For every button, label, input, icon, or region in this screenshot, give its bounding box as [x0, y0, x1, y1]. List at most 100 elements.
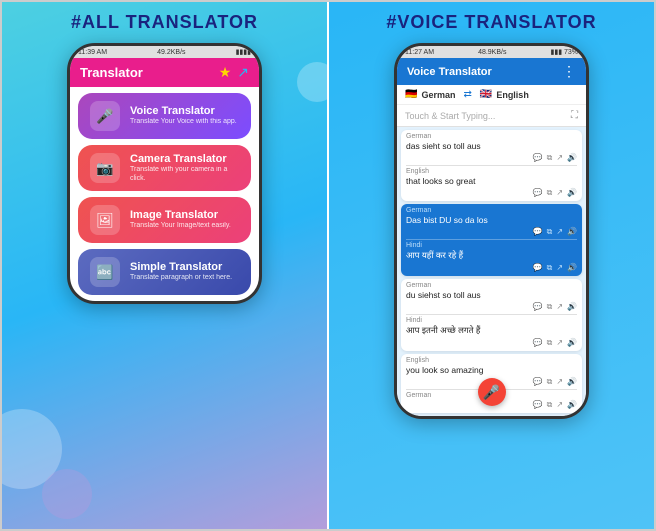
simple-subtitle: Translate paragraph or text here.: [130, 274, 232, 282]
right-phone: 11:27 AM 48.9KB/s ▮▮▮ 73% Voice Translat…: [394, 43, 589, 419]
right-panel: #VOICE TRANSLATOR 11:27 AM 48.9KB/s ▮▮▮ …: [327, 2, 654, 529]
trans-card-1: German das sieht so toll aus 💬 ⧉ ↗ 🔊 Eng…: [401, 130, 582, 201]
image-icon: 🖼: [90, 205, 120, 235]
left-phone: 11:39 AM 49.2KB/s ▮▮▮▮ Translator ★ ↗ 🎤 …: [67, 43, 262, 304]
copy-icon-3[interactable]: ⧉: [547, 302, 553, 312]
right-battery: ▮▮▮ 73%: [550, 48, 578, 56]
menu-item-camera[interactable]: 📷 Camera Translator Translate with your …: [78, 145, 251, 191]
share-icon-3[interactable]: ↗: [556, 302, 563, 312]
sound-icon-2b[interactable]: 🔊: [567, 263, 577, 273]
share-icon-1[interactable]: ↗: [556, 153, 563, 163]
whatsapp-icon-2[interactable]: 💬: [533, 227, 543, 237]
left-panel: #ALL TRANSLATOR 11:39 AM 49.2KB/s ▮▮▮▮ T…: [2, 2, 327, 529]
trans-to-lang-2: Hindi: [406, 242, 577, 249]
voice-title: Voice Translator: [130, 105, 237, 118]
share-icon-4b[interactable]: ↗: [556, 400, 563, 410]
right-menu-icon[interactable]: ⋮: [562, 63, 576, 80]
left-phone-header: Translator ★ ↗: [70, 58, 259, 87]
trans-to-icons-2: 💬 ⧉ ↗ 🔊: [406, 263, 577, 273]
camera-subtitle: Translate with your camera in a click.: [130, 166, 239, 183]
trans-to-text-2: आप यहीं कर रहे हैं: [406, 250, 577, 261]
whatsapp-icon-2b[interactable]: 💬: [533, 263, 543, 273]
trans-from-lang-3: German: [406, 282, 577, 289]
expand-icon: ⛶: [571, 110, 578, 121]
camera-title: Camera Translator: [130, 153, 239, 166]
trans-from-lang-4: English: [406, 357, 577, 364]
trans-icons-1: 💬 ⧉ ↗ 🔊: [406, 153, 577, 163]
trans-from-lang-2: German: [406, 207, 577, 214]
left-status-bar: 11:39 AM 49.2KB/s ▮▮▮▮: [70, 46, 259, 58]
left-stats: 49.2KB/s: [157, 49, 185, 56]
whatsapp-icon-1[interactable]: 💬: [533, 153, 543, 163]
image-subtitle: Translate Your Image/text easily.: [130, 222, 231, 230]
menu-simple-text: Simple Translator Translate paragraph or…: [130, 261, 232, 283]
copy-icon-3b[interactable]: ⧉: [547, 338, 553, 348]
copy-icon-4[interactable]: ⧉: [547, 377, 553, 387]
trans-from-text-3: du siehst so toll aus: [406, 290, 577, 300]
trans-from-text-2: Das bist DU so da los: [406, 215, 577, 225]
to-flag: 🇬🇧: [480, 89, 492, 100]
left-battery: ▮▮▮▮: [236, 48, 251, 56]
sound-icon-1b[interactable]: 🔊: [567, 188, 577, 198]
whatsapp-icon-3[interactable]: 💬: [533, 302, 543, 312]
camera-icon: 📷: [90, 153, 120, 183]
sound-icon-4[interactable]: 🔊: [567, 377, 577, 387]
right-time: 11:27 AM: [405, 49, 434, 56]
sound-icon-3[interactable]: 🔊: [567, 302, 577, 312]
from-flag: 🇩🇪: [405, 89, 417, 100]
share-icon-4[interactable]: ↗: [556, 377, 563, 387]
copy-icon-1[interactable]: ⧉: [547, 153, 553, 163]
share-icon-2b[interactable]: ↗: [556, 263, 563, 273]
share-icon-1b[interactable]: ↗: [556, 188, 563, 198]
menu-image-text: Image Translator Translate Your Image/te…: [130, 209, 231, 231]
trans-card-3: German du siehst so toll aus 💬 ⧉ ↗ 🔊 Hin…: [401, 279, 582, 351]
left-time: 11:39 AM: [78, 49, 107, 56]
whatsapp-icon-4b[interactable]: 💬: [533, 400, 543, 410]
trans-to-icons-3: 💬 ⧉ ↗ 🔊: [406, 338, 577, 348]
trans-to-icons-1: 💬 ⧉ ↗ 🔊: [406, 188, 577, 198]
trans-icons-3: 💬 ⧉ ↗ 🔊: [406, 302, 577, 312]
copy-icon-2b[interactable]: ⧉: [547, 263, 553, 273]
menu-list: 🎤 Voice Translator Translate Your Voice …: [70, 93, 259, 295]
sound-icon-4b[interactable]: 🔊: [567, 400, 577, 410]
translation-list: German das sieht so toll aus 💬 ⧉ ↗ 🔊 Eng…: [397, 127, 586, 416]
star-icon[interactable]: ★: [219, 64, 232, 81]
sound-icon-2[interactable]: 🔊: [567, 227, 577, 237]
menu-item-simple[interactable]: 🔤 Simple Translator Translate paragraph …: [78, 249, 251, 295]
whatsapp-icon-3b[interactable]: 💬: [533, 338, 543, 348]
sound-icon-3b[interactable]: 🔊: [567, 338, 577, 348]
simple-icon: 🔤: [90, 257, 120, 287]
swap-icon[interactable]: ⇄: [463, 89, 471, 100]
sound-icon-1[interactable]: 🔊: [567, 153, 577, 163]
copy-icon-2[interactable]: ⧉: [547, 227, 553, 237]
menu-camera-text: Camera Translator Translate with your ca…: [130, 153, 239, 183]
menu-item-image[interactable]: 🖼 Image Translator Translate Your Image/…: [78, 197, 251, 243]
copy-icon-1b[interactable]: ⧉: [547, 188, 553, 198]
trans-to-text-1: that looks so great: [406, 176, 577, 186]
right-app-title: Voice Translator: [407, 66, 492, 78]
simple-title: Simple Translator: [130, 261, 232, 274]
share-icon-3b[interactable]: ↗: [556, 338, 563, 348]
to-lang: English: [496, 90, 529, 100]
whatsapp-icon-4[interactable]: 💬: [533, 377, 543, 387]
typing-bar[interactable]: Touch & Start Typing... ⛶: [397, 105, 586, 127]
share-icon-2[interactable]: ↗: [556, 227, 563, 237]
voice-icon: 🎤: [90, 101, 120, 131]
copy-icon-4b[interactable]: ⧉: [547, 400, 553, 410]
left-panel-title: #ALL TRANSLATOR: [71, 12, 258, 33]
trans-to-text-3: आप इतनी अच्छे लगते हैं: [406, 325, 577, 336]
menu-item-voice[interactable]: 🎤 Voice Translator Translate Your Voice …: [78, 93, 251, 139]
trans-from-text-1: das sieht so toll aus: [406, 141, 577, 151]
trans-to-lang-3: Hindi: [406, 317, 577, 324]
language-bar: 🇩🇪 German ⇄ 🇬🇧 English: [397, 85, 586, 105]
right-phone-wrapper: 11:27 AM 48.9KB/s ▮▮▮ 73% Voice Translat…: [394, 43, 589, 419]
trans-icons-2: 💬 ⧉ ↗ 🔊: [406, 227, 577, 237]
right-panel-title: #VOICE TRANSLATOR: [386, 12, 596, 33]
trans-card-2: German Das bist DU so da los 💬 ⧉ ↗ 🔊 Hin…: [401, 204, 582, 276]
trans-from-text-4: you look so amazing: [406, 365, 577, 375]
mic-button[interactable]: 🎤: [478, 378, 506, 406]
trans-to-lang-1: English: [406, 168, 577, 175]
voice-subtitle: Translate Your Voice with this app.: [130, 118, 237, 126]
whatsapp-icon-1b[interactable]: 💬: [533, 188, 543, 198]
share-icon[interactable]: ↗: [237, 64, 249, 81]
